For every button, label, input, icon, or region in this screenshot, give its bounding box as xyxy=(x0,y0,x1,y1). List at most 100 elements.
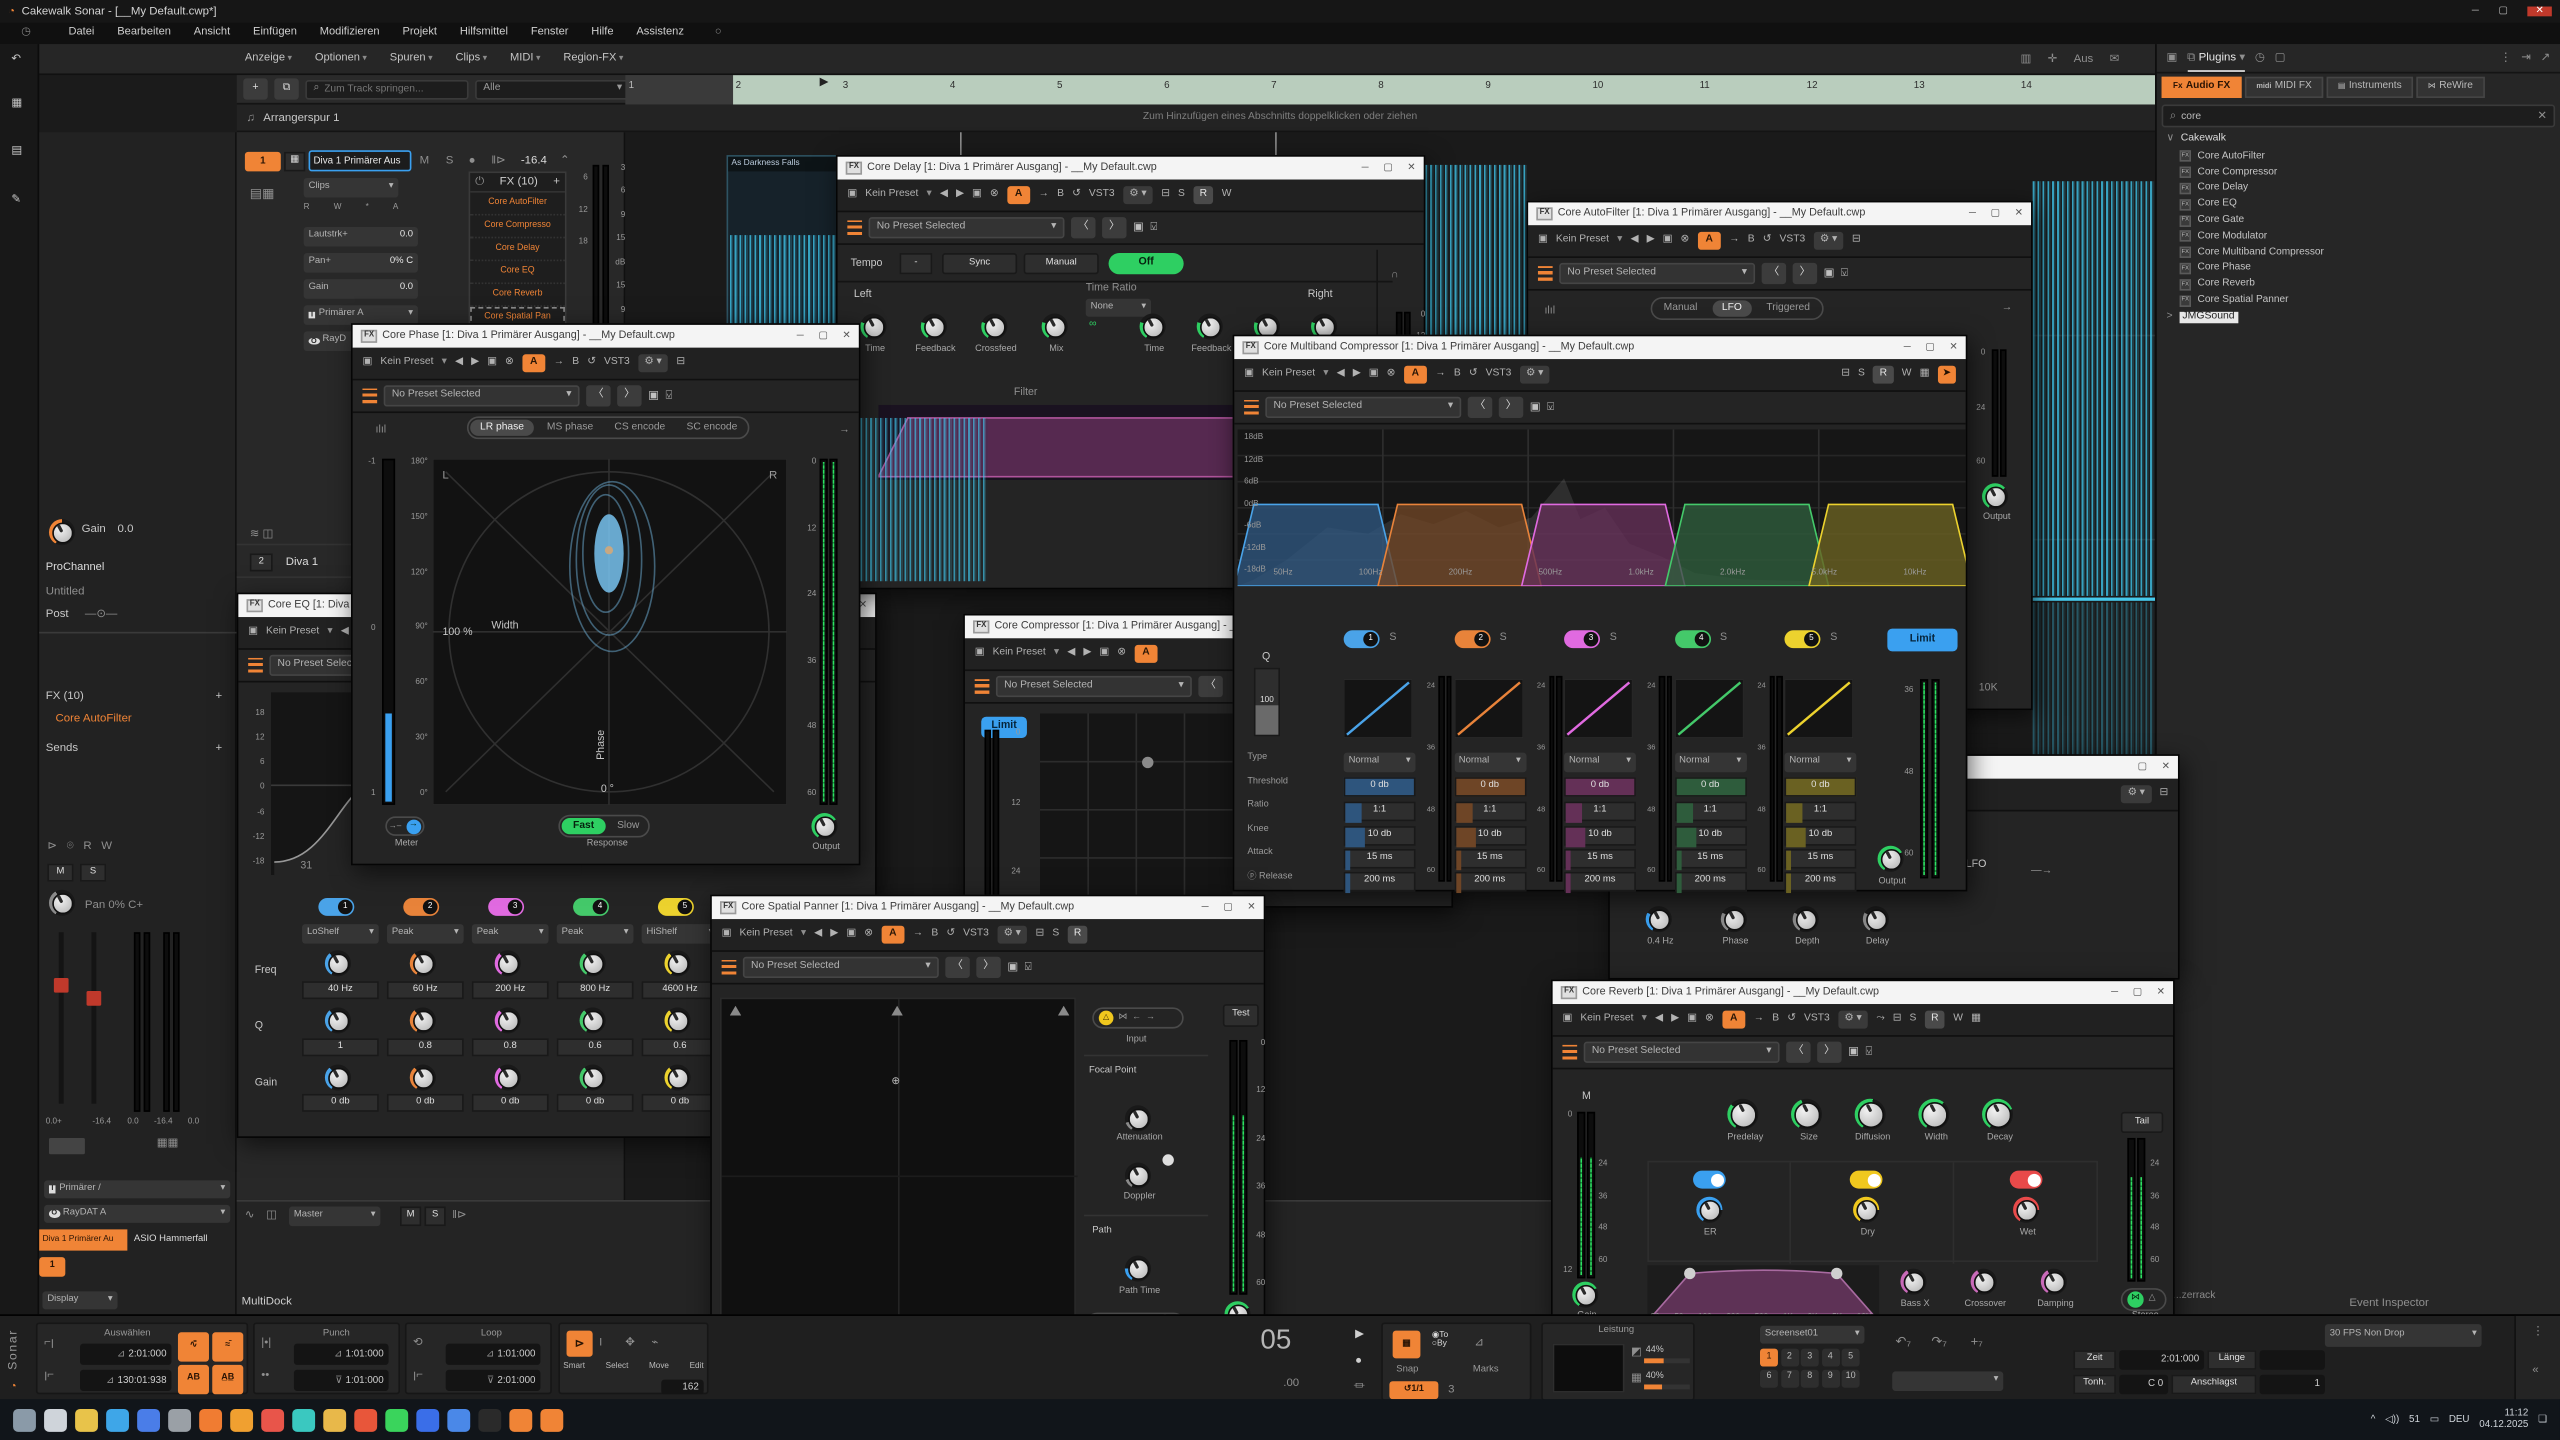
mb-attack-field[interactable]: 15 ms xyxy=(1784,848,1857,871)
sp-preset-select[interactable]: No Preset Selected ▾ xyxy=(742,956,939,978)
eq-band-toggle[interactable]: 1 xyxy=(318,897,355,916)
plugin-list-item[interactable]: FX Core AutoFilter xyxy=(2157,149,2560,165)
sp-input-right[interactable]: → xyxy=(1146,1013,1155,1022)
track-search-input[interactable] xyxy=(324,83,455,95)
track1-collapse-icon[interactable]: ⌃ xyxy=(560,155,570,166)
pc-fx-add[interactable]: + xyxy=(216,691,223,702)
comp-preset-select[interactable]: No Preset Selected ▾ xyxy=(995,675,1192,698)
sp-min[interactable]: ─ xyxy=(1202,903,1209,913)
punch-in-icon[interactable]: |•| xyxy=(261,1337,271,1348)
snap-to-by-toggle[interactable]: ◉To ○By xyxy=(1432,1331,1448,1349)
eq-q-knob[interactable] xyxy=(579,1007,607,1034)
eq-freq-knob[interactable] xyxy=(494,950,522,977)
app-teal-icon[interactable] xyxy=(292,1408,316,1432)
master-dropdown[interactable]: Master ▾ xyxy=(288,1206,381,1227)
delay-copy-icon[interactable]: → xyxy=(1039,189,1049,200)
mb-preset-select[interactable]: No Preset Selected ▾ xyxy=(1265,396,1462,418)
rv-knob-Size[interactable] xyxy=(1791,1098,1823,1131)
mb-transfer-graph[interactable] xyxy=(1674,679,1743,738)
toolbar-menu[interactable]: Clips xyxy=(455,52,487,64)
plugin-list-item[interactable]: FX Core Delay xyxy=(2157,181,2560,197)
pc-track-strip[interactable]: Diva 1 Primärer Au xyxy=(39,1229,128,1251)
search-icon[interactable] xyxy=(44,1408,67,1432)
delay-time-ratio-select[interactable]: None ▾ xyxy=(1085,298,1152,317)
eq-q-value[interactable]: 0.8 xyxy=(471,1038,549,1057)
eq-freq-value[interactable]: 200 Hz xyxy=(471,981,549,1000)
toolbar-menu[interactable]: Spuren xyxy=(390,52,433,64)
eq-q-value[interactable]: 1 xyxy=(302,1038,379,1057)
mb-type-select[interactable]: Normal ▾ xyxy=(1453,752,1526,773)
mb-b-button[interactable]: B xyxy=(1454,368,1461,380)
delay-sync-button[interactable]: Sync xyxy=(942,253,1018,275)
tool-edit-icon[interactable]: ⌁ xyxy=(651,1337,658,1348)
timeline-ruler[interactable]: 1 2 3 4 5 6 7 8 9 10 11 12 13 14 ▶ xyxy=(625,75,2156,105)
mod-max[interactable]: ▢ xyxy=(2138,762,2147,772)
delay-undo-icon[interactable]: ↺ xyxy=(1072,189,1081,200)
track1-mute[interactable]: M xyxy=(420,155,430,166)
file-explorer-icon[interactable] xyxy=(75,1408,98,1432)
app-blue2-icon[interactable] xyxy=(447,1408,471,1432)
add-track-button[interactable]: + xyxy=(243,78,268,100)
track1-input-echo-icon[interactable]: ‖⊳ xyxy=(491,155,505,166)
eq-preset[interactable]: Kein Preset xyxy=(266,626,319,637)
rv-max[interactable]: ▢ xyxy=(2133,988,2142,998)
track1-volume-row[interactable]: Lautstrk+ 0.0 xyxy=(303,226,418,247)
menu-item[interactable]: Fenster xyxy=(519,27,579,39)
rv-crossover-knob[interactable] xyxy=(1970,1268,1998,1295)
rv-stereo-triangle[interactable]: △ xyxy=(2149,1294,2156,1304)
delay-link-icon[interactable]: ∞ xyxy=(1089,319,1097,331)
eq-freq-knob[interactable] xyxy=(409,950,437,977)
eq-band-toggle[interactable]: 5 xyxy=(657,897,694,916)
mb-close[interactable]: ✕ xyxy=(1949,343,1957,353)
mb-output-knob[interactable] xyxy=(1877,845,1904,873)
eq-dock-icon[interactable]: ▣ xyxy=(248,626,258,637)
mb-transfer-graph[interactable] xyxy=(1564,679,1633,738)
fx-bin-item[interactable]: Core Compresso xyxy=(470,216,565,239)
delay-w[interactable]: W xyxy=(1222,189,1232,200)
vendor-jmgsound[interactable]: JMGSound xyxy=(2179,311,2238,323)
mb-q-slider[interactable]: 100 xyxy=(1253,667,1280,737)
pc-io-icons[interactable]: ⊳⌾RW xyxy=(47,841,121,852)
mod-dock-icon[interactable]: ⊟ xyxy=(2160,788,2169,799)
menu-item[interactable]: Datei xyxy=(57,27,106,39)
pencil-icon[interactable]: ✎ xyxy=(11,194,21,205)
edge-chevron-icon[interactable]: « xyxy=(2532,1365,2538,1376)
envelope-icon[interactable]: ✉ xyxy=(2110,53,2120,64)
delay-preset-select[interactable]: No Preset Selected ▾ xyxy=(868,217,1065,239)
mod-close[interactable]: ✕ xyxy=(2162,762,2170,772)
delay-close[interactable]: ✕ xyxy=(1407,163,1415,173)
mb-r[interactable]: R xyxy=(1873,365,1894,384)
delay-listen-icon[interactable]: ∩ xyxy=(1391,270,1399,282)
eq-freq-value[interactable]: 4600 Hz xyxy=(641,981,719,1000)
prochannel-gain-knob[interactable] xyxy=(48,519,76,546)
track1-clips-dropdown[interactable]: Clips ▾ xyxy=(303,177,399,198)
maximize-button[interactable]: ▢ xyxy=(2498,7,2507,17)
grid-icon[interactable]: ▦ xyxy=(11,98,22,109)
mb-knee-field[interactable]: 10 db xyxy=(1564,826,1636,848)
eq-gain-knob[interactable] xyxy=(494,1064,522,1091)
ab-btn2[interactable]: A̲B̲ xyxy=(212,1364,244,1395)
mb-band-solo[interactable]: S xyxy=(1500,633,1507,645)
delay-s[interactable]: S xyxy=(1178,189,1185,200)
eq-gain-knob[interactable] xyxy=(664,1064,691,1091)
menu-item[interactable]: Hilfe xyxy=(580,27,625,39)
mb-keyboard-icon[interactable]: ▦ xyxy=(1920,368,1930,380)
punch-out-field[interactable]: ⊽ 1:01:000 xyxy=(293,1369,389,1392)
screenset-dropdown[interactable]: Screenset01 ▾ xyxy=(1759,1325,1865,1344)
word-icon[interactable] xyxy=(416,1408,440,1432)
menu-item[interactable]: Ansicht xyxy=(182,27,241,39)
rv-knob-Width[interactable] xyxy=(1918,1098,1950,1131)
track-search[interactable]: ⌕ xyxy=(305,79,469,99)
mb-band-solo[interactable]: S xyxy=(1610,633,1617,645)
tempo-field[interactable]: 162 xyxy=(661,1379,704,1395)
mb-limit-button[interactable]: Limit xyxy=(1887,628,1958,652)
dock-icon[interactable]: ▣ xyxy=(2167,52,2178,63)
rv-wet-toggle[interactable] xyxy=(2009,1170,2043,1189)
tool-move-icon[interactable]: ✥ xyxy=(625,1337,635,1348)
plugin-list-item[interactable]: FX Core EQ xyxy=(2157,197,2560,213)
menu-item[interactable]: Projekt xyxy=(391,27,448,39)
rv-eq-curve[interactable] xyxy=(1647,1265,1880,1315)
mb-w[interactable]: W xyxy=(1902,368,1912,380)
mb-ratio-field[interactable]: 1:1 xyxy=(1453,801,1526,823)
mod-knob[interactable] xyxy=(1862,906,1890,933)
